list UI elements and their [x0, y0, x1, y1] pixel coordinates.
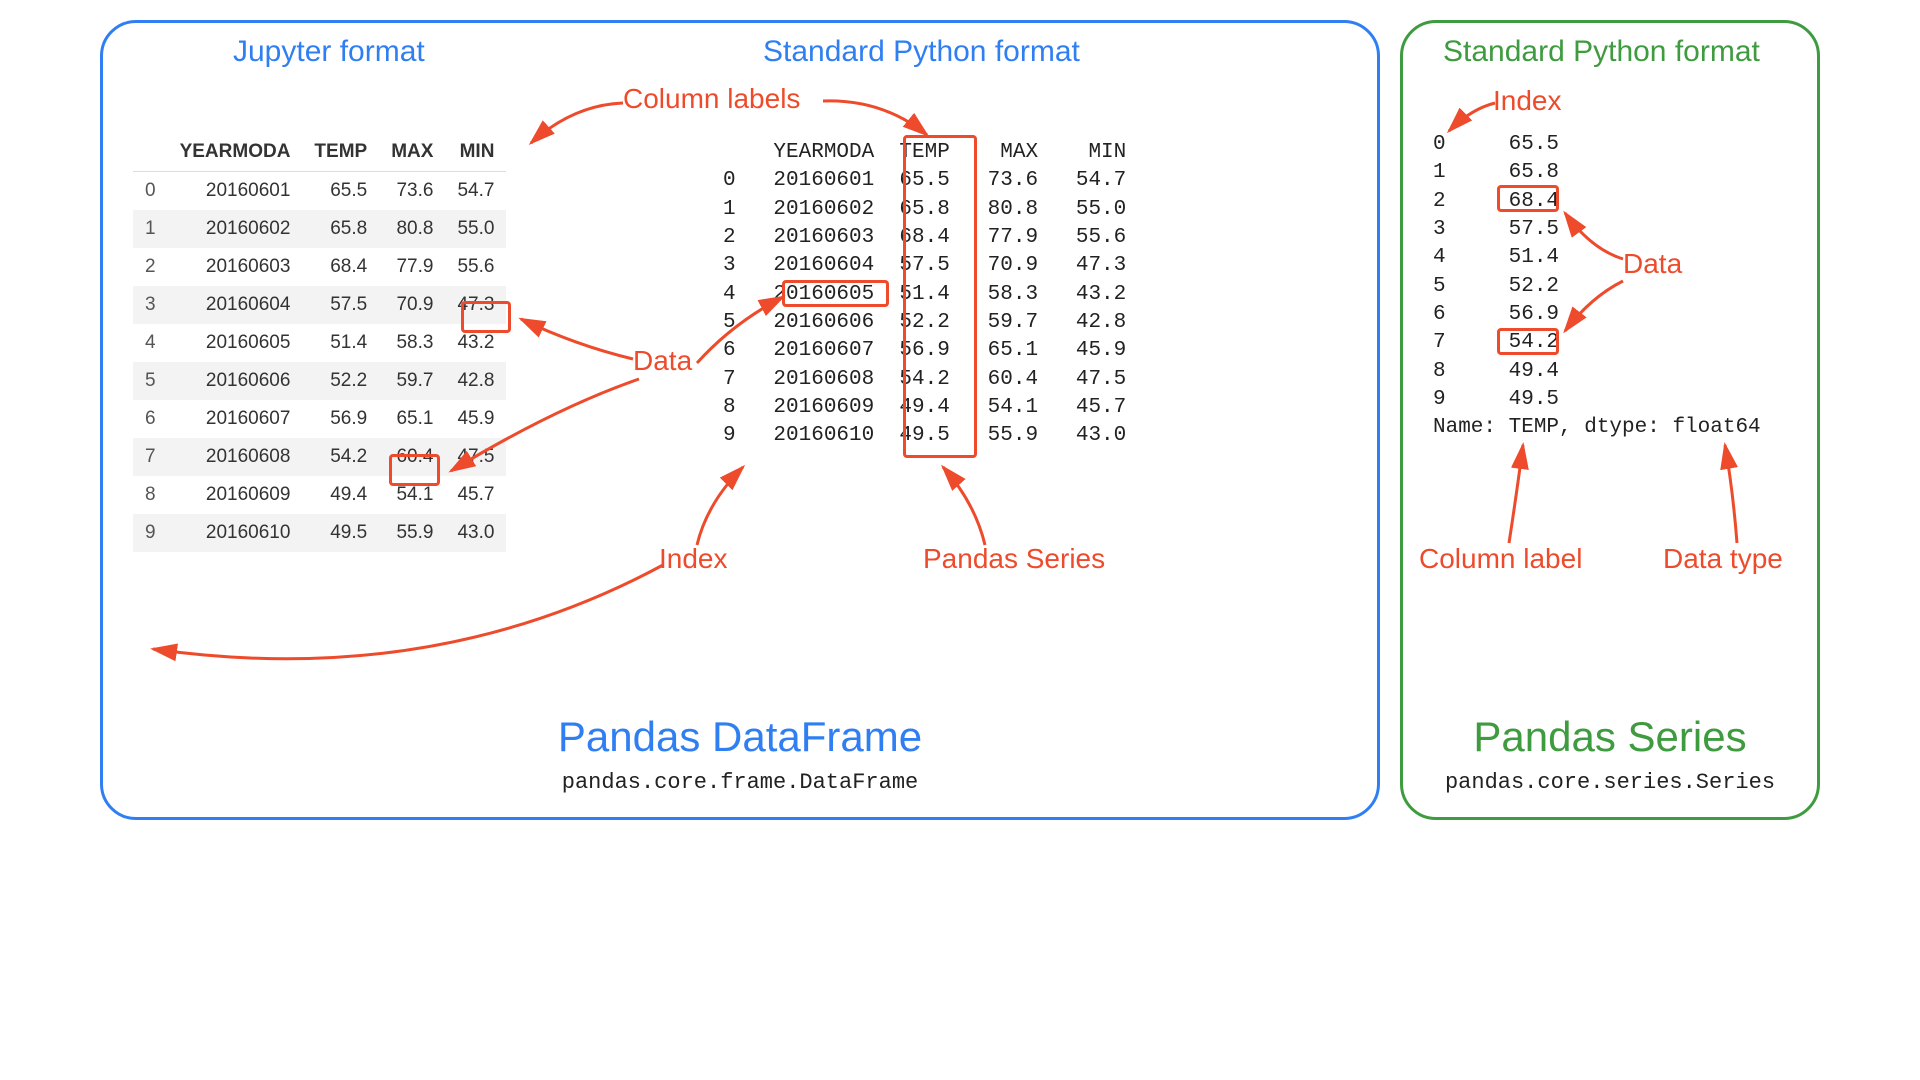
cell-yearmoda: 20160608	[168, 438, 303, 476]
cell-yearmoda: 20160603	[168, 248, 303, 286]
dataframe-title: Pandas DataFrame	[103, 713, 1377, 761]
table-row: 72016060854.260.447.5	[133, 438, 506, 476]
cell-max: 73.6	[379, 172, 445, 211]
cell-temp: 49.4	[302, 476, 379, 514]
jupyter-table: YEARMODA TEMP MAX MIN 02016060165.573.65…	[133, 133, 506, 552]
col-max: MAX	[379, 133, 445, 172]
table-row: 12016060265.880.855.0	[133, 210, 506, 248]
row-index: 1	[133, 210, 168, 248]
stdpy-series-text: 0 65.5 1 65.8 2 68.4 3 57.5 4 51.4 5 52.…	[1433, 131, 1761, 443]
table-row: 42016060551.458.343.2	[133, 324, 506, 362]
row-index: 2	[133, 248, 168, 286]
arrow-icon	[935, 463, 1005, 553]
arrow-icon	[133, 559, 673, 699]
arrow-icon	[1499, 441, 1539, 551]
jupyter-format-heading: Jupyter format	[233, 35, 425, 69]
cell-yearmoda: 20160601	[168, 172, 303, 211]
cell-max: 60.4	[379, 438, 445, 476]
cell-min: 43.2	[445, 324, 506, 362]
row-index: 6	[133, 400, 168, 438]
index-annotation: Index	[659, 543, 728, 575]
cell-min: 47.5	[445, 438, 506, 476]
cell-yearmoda: 20160606	[168, 362, 303, 400]
arrow-icon	[823, 93, 943, 145]
standard-python-format-heading: Standard Python format	[763, 35, 1080, 69]
cell-max: 55.9	[379, 514, 445, 552]
table-row: 02016060165.573.654.7	[133, 172, 506, 211]
col-yearmoda: YEARMODA	[168, 133, 303, 172]
cell-max: 77.9	[379, 248, 445, 286]
data-type-annotation: Data type	[1663, 543, 1783, 575]
cell-temp: 65.5	[302, 172, 379, 211]
col-min: MIN	[445, 133, 506, 172]
dataframe-panel: Jupyter format Standard Python format Co…	[100, 20, 1380, 820]
jupyter-table-container: YEARMODA TEMP MAX MIN 02016060165.573.65…	[133, 133, 506, 552]
arrow-icon	[687, 463, 757, 553]
cell-max: 59.7	[379, 362, 445, 400]
column-label-annotation: Column label	[1419, 543, 1582, 575]
cell-yearmoda: 20160602	[168, 210, 303, 248]
data-annotation: Data	[633, 345, 692, 377]
row-index: 5	[133, 362, 168, 400]
row-index: 0	[133, 172, 168, 211]
table-row: 52016060652.259.742.8	[133, 362, 506, 400]
row-index: 7	[133, 438, 168, 476]
series-title: Pandas Series	[1403, 713, 1817, 761]
cell-temp: 56.9	[302, 400, 379, 438]
cell-temp: 65.8	[302, 210, 379, 248]
row-index: 9	[133, 514, 168, 552]
cell-yearmoda: 20160610	[168, 514, 303, 552]
cell-temp: 54.2	[302, 438, 379, 476]
cell-yearmoda: 20160605	[168, 324, 303, 362]
cell-min: 54.7	[445, 172, 506, 211]
col-temp: TEMP	[302, 133, 379, 172]
table-row: 82016060949.454.145.7	[133, 476, 506, 514]
cell-temp: 52.2	[302, 362, 379, 400]
table-row: 22016060368.477.955.6	[133, 248, 506, 286]
series-panel: Standard Python format Index 0 65.5 1 65…	[1400, 20, 1820, 820]
column-labels-annotation: Column labels	[623, 83, 800, 115]
jupyter-header-row: YEARMODA TEMP MAX MIN	[133, 133, 506, 172]
table-row: 92016061049.555.943.0	[133, 514, 506, 552]
table-row: 32016060457.570.947.3	[133, 286, 506, 324]
cell-yearmoda: 20160604	[168, 286, 303, 324]
stdpy-dataframe-text: YEARMODA TEMP MAX MIN 0 20160601 65.5 73…	[723, 139, 1126, 451]
row-index: 3	[133, 286, 168, 324]
index-annotation-series: Index	[1493, 85, 1562, 117]
cell-max: 54.1	[379, 476, 445, 514]
series-classpath: pandas.core.series.Series	[1403, 770, 1817, 795]
row-index: 8	[133, 476, 168, 514]
data-annotation-series: Data	[1623, 248, 1682, 280]
arrow-icon	[515, 315, 645, 365]
cell-min: 42.8	[445, 362, 506, 400]
dataframe-classpath: pandas.core.frame.DataFrame	[103, 770, 1377, 795]
standard-python-format-heading-series: Standard Python format	[1443, 35, 1760, 69]
cell-max: 58.3	[379, 324, 445, 362]
cell-temp: 68.4	[302, 248, 379, 286]
cell-max: 70.9	[379, 286, 445, 324]
cell-yearmoda: 20160607	[168, 400, 303, 438]
cell-min: 45.7	[445, 476, 506, 514]
table-row: 62016060756.965.145.9	[133, 400, 506, 438]
cell-temp: 57.5	[302, 286, 379, 324]
row-index: 4	[133, 324, 168, 362]
cell-temp: 49.5	[302, 514, 379, 552]
cell-yearmoda: 20160609	[168, 476, 303, 514]
cell-max: 80.8	[379, 210, 445, 248]
arrow-icon	[1713, 441, 1753, 551]
cell-min: 55.6	[445, 248, 506, 286]
cell-min: 43.0	[445, 514, 506, 552]
cell-min: 55.0	[445, 210, 506, 248]
cell-temp: 51.4	[302, 324, 379, 362]
cell-min: 45.9	[445, 400, 506, 438]
pandas-series-annotation: Pandas Series	[923, 543, 1105, 575]
cell-min: 47.3	[445, 286, 506, 324]
cell-max: 65.1	[379, 400, 445, 438]
